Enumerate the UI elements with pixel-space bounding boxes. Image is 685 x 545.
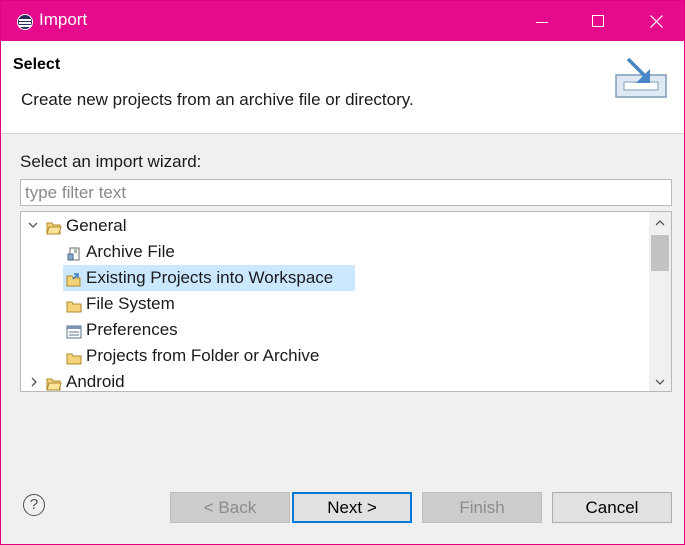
chevron-right-icon[interactable] [29, 369, 43, 391]
tree-item-general[interactable]: General [21, 213, 641, 239]
tree-item-label: Preferences [86, 320, 178, 339]
page-title: Select [13, 56, 61, 73]
close-button[interactable] [633, 1, 679, 41]
chevron-up-icon [655, 220, 665, 226]
import-dialog: Import Select Create new projects from a… [0, 0, 685, 545]
archive-file-icon [66, 244, 82, 261]
window-title: Import [39, 10, 88, 29]
tree-item-archive-file[interactable]: Archive File [21, 239, 641, 265]
wizard-tree[interactable]: General Archive File Existing Projects i… [20, 211, 672, 392]
preferences-icon [66, 322, 82, 339]
tree-item-preferences[interactable]: Preferences [21, 317, 641, 343]
minimize-icon [536, 22, 548, 23]
scroll-thumb[interactable] [651, 235, 669, 271]
wizard-label: Select an import wizard: [20, 152, 202, 171]
chevron-down-icon[interactable] [28, 213, 42, 239]
minimize-button[interactable] [519, 1, 565, 41]
scroll-down-button[interactable] [649, 373, 671, 391]
folder-open-icon [46, 218, 62, 235]
next-button[interactable]: Next > [292, 492, 412, 523]
tree-item-projects-from-folder[interactable]: Projects from Folder or Archive [21, 343, 641, 369]
scroll-up-button[interactable] [649, 214, 671, 232]
close-icon [650, 15, 663, 28]
maximize-icon [592, 15, 604, 27]
tree-item-label: General [66, 216, 127, 235]
maximize-button[interactable] [575, 1, 621, 41]
tree-item-file-system[interactable]: File System [21, 291, 641, 317]
filter-input[interactable] [20, 179, 672, 206]
tree-item-label: Archive File [86, 242, 175, 261]
import-wizard-icon [615, 57, 667, 98]
existing-projects-icon [66, 270, 82, 287]
tree-item-label: Existing Projects into Workspace [86, 268, 334, 287]
vertical-scrollbar[interactable] [649, 212, 671, 391]
cancel-button[interactable]: Cancel [552, 492, 672, 523]
help-button[interactable]: ? [23, 494, 45, 516]
page-description: Create new projects from an archive file… [21, 90, 414, 109]
eclipse-icon [17, 14, 33, 30]
tree-item-label: Projects from Folder or Archive [86, 346, 320, 365]
title-bar[interactable]: Import [1, 1, 684, 41]
tree-item-existing-projects[interactable]: Existing Projects into Workspace [21, 265, 641, 291]
tree-item-label: Android [66, 372, 125, 391]
finish-button[interactable]: Finish [422, 492, 542, 523]
back-button[interactable]: < Back [170, 492, 290, 523]
folder-open-icon [46, 374, 62, 391]
folder-icon [66, 348, 82, 365]
tree-item-label: File System [86, 294, 175, 313]
chevron-down-icon [655, 379, 665, 385]
tree-item-android[interactable]: Android [21, 369, 641, 391]
wizard-banner: Select Create new projects from an archi… [1, 41, 684, 134]
folder-icon [66, 296, 82, 313]
